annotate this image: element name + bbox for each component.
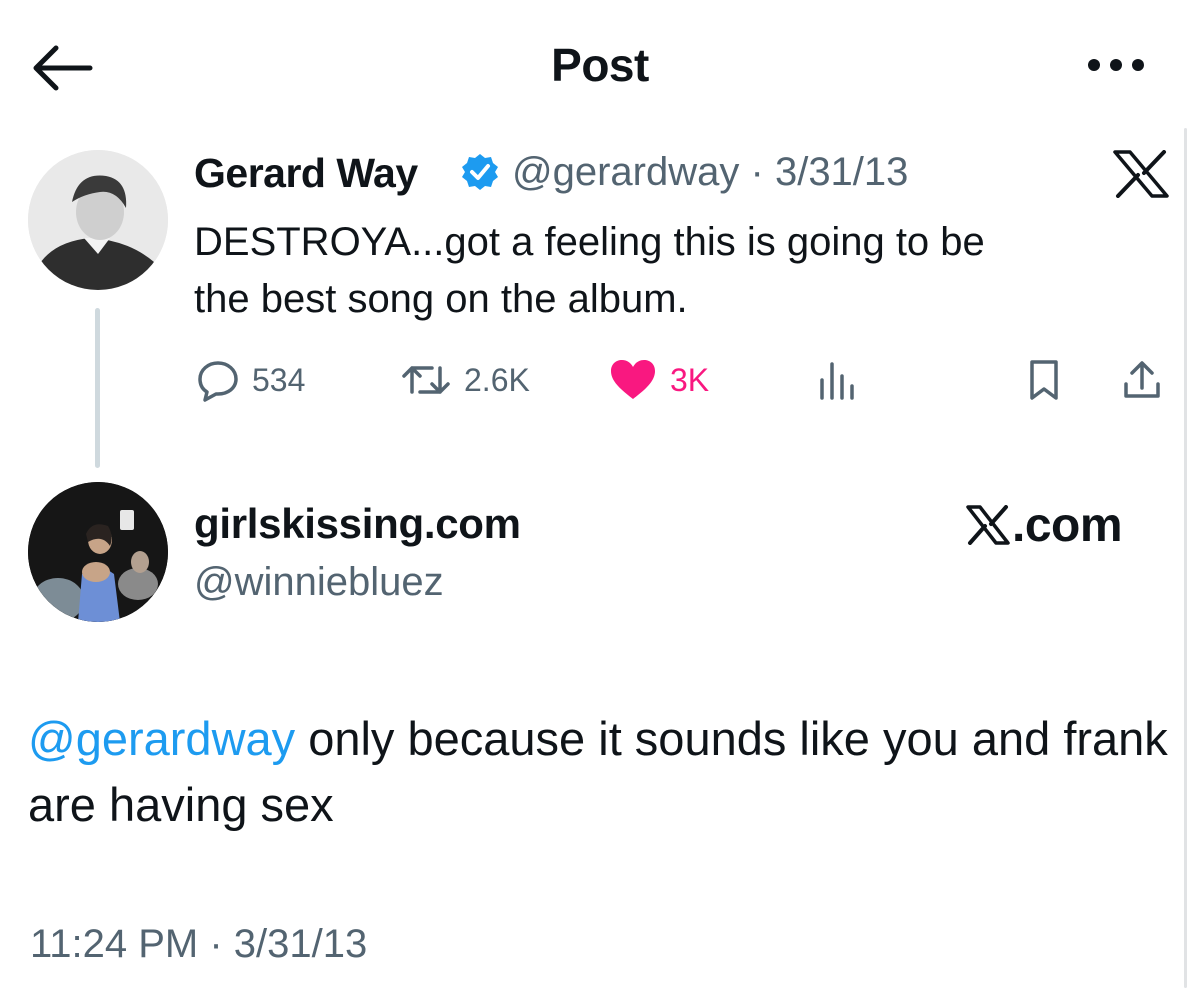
x-com-brand: .com: [966, 498, 1123, 552]
bookmark-icon: [1030, 360, 1058, 400]
reply-author-display-name[interactable]: girlskissing.com: [194, 500, 521, 548]
heart-icon: [611, 360, 655, 399]
bookmark-button[interactable]: [1024, 358, 1076, 402]
scrollbar[interactable]: [1184, 128, 1187, 988]
meta-separator: ·: [750, 150, 764, 194]
author-display-name[interactable]: Gerard Way: [194, 150, 418, 197]
avatar[interactable]: [28, 482, 168, 622]
reply-count: 534: [252, 361, 306, 398]
verified-badge-icon: [462, 154, 498, 190]
x-com-label: .com: [1012, 498, 1123, 552]
mention-link[interactable]: @gerardway: [28, 712, 295, 765]
reply-button[interactable]: 534: [196, 358, 305, 402]
reply-icon: [198, 361, 238, 402]
author-handle[interactable]: @gerardway: [512, 150, 739, 194]
thread-connector-line: [95, 308, 100, 468]
retweet-count: 2.6K: [464, 361, 530, 398]
more-dots-icon: [1088, 59, 1144, 71]
reply-tweet-text: @gerardway only because it sounds like y…: [28, 706, 1168, 838]
more-options-button[interactable]: [1080, 48, 1152, 82]
share-button[interactable]: [1120, 358, 1176, 402]
page-title: Post: [551, 39, 649, 91]
x-logo-icon: [966, 505, 1010, 545]
avatar[interactable]: [28, 150, 168, 290]
tweet-date[interactable]: 3/31/13: [775, 150, 908, 194]
like-button[interactable]: 3K: [608, 358, 709, 402]
share-icon: [1124, 361, 1160, 398]
tweet-meta: @gerardway · 3/31/13: [512, 150, 908, 195]
like-count: 3K: [670, 361, 710, 398]
retweet-icon: [402, 366, 450, 394]
retweet-button[interactable]: 2.6K: [400, 358, 530, 402]
post-timestamp[interactable]: 11:24 PM · 3/31/13: [30, 922, 367, 967]
analytics-icon: [820, 362, 854, 400]
tweet-text: DESTROYA...got a feeling this is going t…: [194, 220, 985, 321]
x-logo-icon: [1113, 150, 1169, 198]
views-button[interactable]: [816, 358, 872, 402]
reply-author-handle[interactable]: @winniebluez: [194, 560, 444, 605]
